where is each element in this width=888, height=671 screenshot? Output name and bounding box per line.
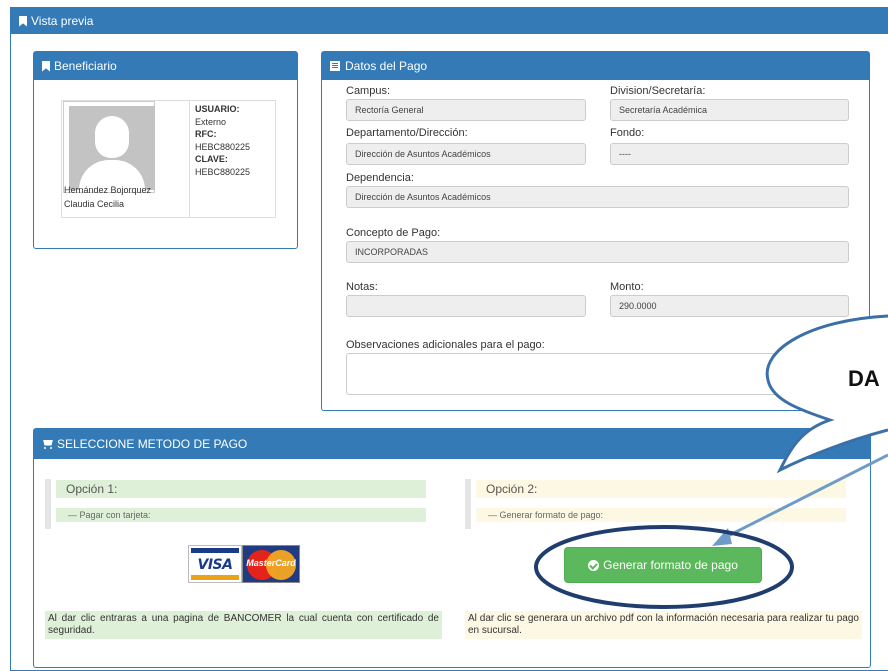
usuario-value: Externo — [195, 116, 227, 127]
avatar — [63, 101, 155, 193]
card-logos-button[interactable]: VISA MasterCard — [188, 545, 300, 583]
beneficiario-name-line1: Hernández Bojorquez — [64, 185, 152, 195]
opcion2-border — [465, 479, 471, 529]
clave-value: HEBC880225 — [195, 166, 251, 177]
beneficiario-info: USUARIO: Externo RFC: HEBC880225 CLAVE: … — [195, 103, 250, 178]
observaciones-textarea[interactable] — [346, 353, 849, 395]
dependencia-label: Dependencia: — [346, 172, 414, 184]
generar-formato-button[interactable]: Generar formato de pago — [564, 547, 762, 583]
list-icon — [330, 61, 340, 71]
opcion1-title: Opción 1: — [56, 480, 426, 498]
concepto-field: INCORPORADAS — [346, 241, 849, 263]
beneficiario-name: Hernández Bojorquez Claudia Cecilia — [64, 183, 184, 211]
vista-previa-title: Vista previa — [31, 14, 94, 28]
campus-label: Campus: — [346, 85, 391, 97]
division-label: Division/Secretaría: — [610, 85, 706, 97]
check-circle-icon — [588, 559, 600, 571]
metodo-pago-title: SELECCIONE METODO DE PAGO — [57, 437, 248, 451]
division-field: Secretaría Académica — [610, 99, 849, 121]
beneficiario-divider — [189, 100, 190, 218]
observaciones-label: Observaciones adicionales para el pago: — [346, 339, 545, 351]
opcion2-title: Opción 2: — [476, 480, 846, 498]
rfc-value: HEBC880225 — [195, 141, 251, 152]
metodo-pago-header: SELECCIONE METODO DE PAGO — [34, 429, 870, 459]
datos-pago-header: Datos del Pago — [322, 52, 869, 80]
mastercard-label: MasterCard — [246, 558, 296, 568]
monto-label: Monto: — [610, 281, 644, 293]
bookmark-icon — [42, 60, 50, 72]
dependencia-field: Dirección de Asuntos Académicos — [346, 186, 849, 208]
opcion2-subtitle: — Generar formato de pago: — [476, 508, 846, 522]
rfc-label: RFC: — [195, 129, 217, 139]
beneficiario-title: Beneficiario — [54, 59, 117, 73]
mastercard-logo[interactable]: MasterCard — [242, 545, 300, 583]
departamento-field: Dirección de Asuntos Académicos — [346, 143, 586, 165]
clave-label: CLAVE: — [195, 154, 228, 164]
concepto-label: Concepto de Pago: — [346, 227, 441, 239]
opcion1-border — [45, 479, 51, 529]
notas-label: Notas: — [346, 281, 378, 293]
fondo-field: ---- — [610, 143, 849, 165]
visa-label: VISA — [197, 557, 233, 573]
opcion1-note: Al dar clic entraras a una pagina de BAN… — [45, 611, 442, 639]
cart-icon — [42, 440, 54, 449]
bookmark-icon — [19, 15, 27, 27]
visa-logo[interactable]: VISA — [188, 545, 242, 583]
beneficiario-name-line2: Claudia Cecilia — [64, 199, 125, 209]
generar-formato-label: Generar formato de pago — [603, 558, 738, 572]
campus-field: Rectoría General — [346, 99, 586, 121]
fondo-label: Fondo: — [610, 127, 645, 139]
monto-field: 290.0000 — [610, 295, 849, 317]
datos-pago-title: Datos del Pago — [345, 59, 428, 73]
vista-previa-header: Vista previa — [11, 8, 888, 34]
usuario-label: USUARIO: — [195, 104, 240, 114]
opcion2-note: Al dar clic se generara un archivo pdf c… — [465, 611, 862, 639]
beneficiario-header: Beneficiario — [34, 52, 297, 80]
callout-text: DA — [848, 366, 880, 391]
departamento-label: Departamento/Dirección: — [346, 127, 468, 139]
opcion1-subtitle: — Pagar con tarjeta: — [56, 508, 426, 522]
notas-field — [346, 295, 586, 317]
